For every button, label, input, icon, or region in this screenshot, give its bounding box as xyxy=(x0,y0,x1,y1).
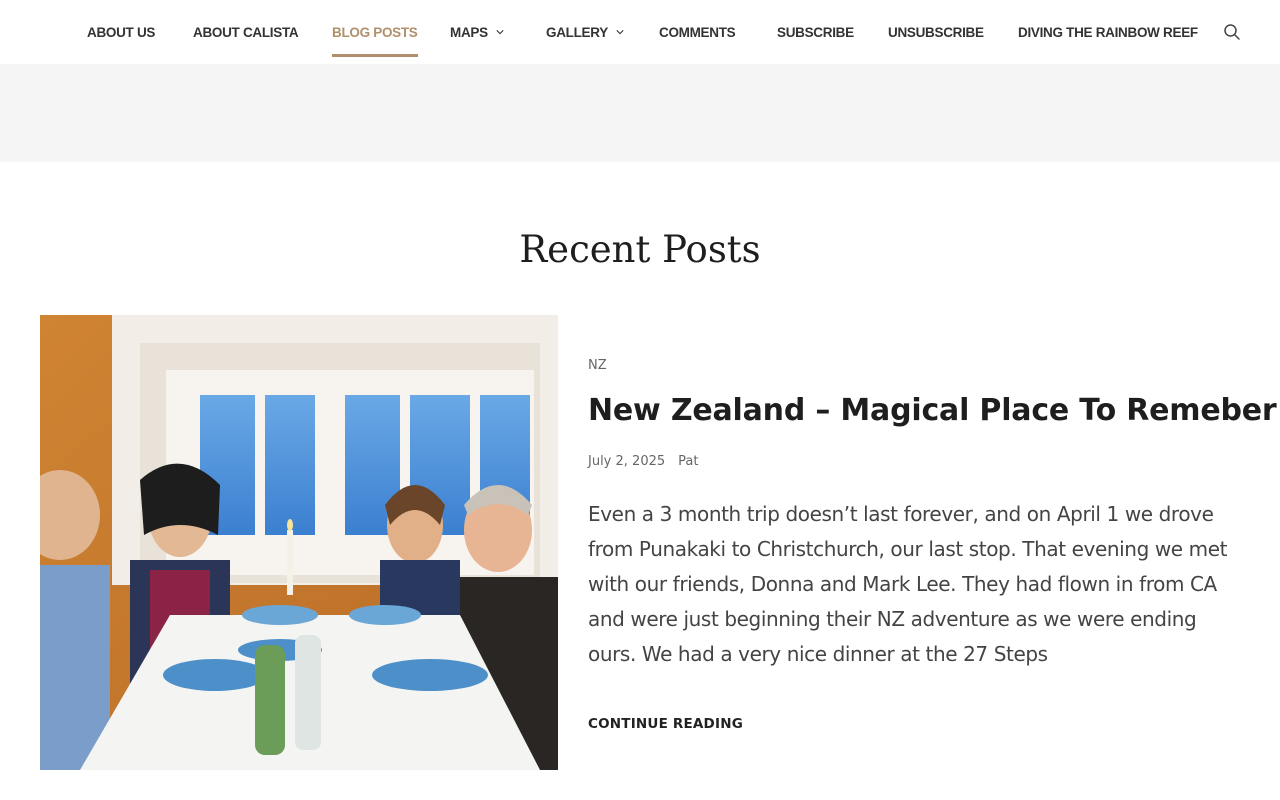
post-excerpt: Even a 3 month trip doesn’t last forever… xyxy=(588,502,1228,666)
nav-item-comments[interactable]: COMMENTS xyxy=(659,0,736,64)
nav-item-label: COMMENTS xyxy=(659,24,736,40)
post-title-link[interactable]: New Zealand – Magical Place To Remeber xyxy=(588,393,1277,428)
dinner-photo xyxy=(40,315,558,770)
nav-item-unsubscribe[interactable]: UNSUBSCRIBE xyxy=(888,0,984,64)
search-icon[interactable] xyxy=(1222,22,1242,42)
nav-menu: ABOUT US ABOUT CALISTA BLOG POSTS MAPS G… xyxy=(0,0,1280,64)
post-category-link[interactable]: NZ xyxy=(588,358,607,373)
nav-item-diving-the-rainbow-reef[interactable]: DIVING THE RAINBOW REEF xyxy=(1018,0,1198,64)
post-meta: July 2, 2025 Pat xyxy=(588,454,698,469)
nav-item-subscribe[interactable]: SUBSCRIBE xyxy=(777,0,854,64)
nav-item-about-calista[interactable]: ABOUT CALISTA xyxy=(193,0,299,64)
nav-item-label: ABOUT US xyxy=(87,24,156,40)
nav-item-about-us[interactable]: ABOUT US xyxy=(87,0,155,64)
nav-item-blog-posts[interactable]: BLOG POSTS xyxy=(332,0,418,64)
nav-item-maps[interactable]: MAPS xyxy=(450,0,504,64)
post-date-link[interactable]: July 2, 2025 xyxy=(588,454,665,469)
active-indicator xyxy=(332,54,418,57)
nav-item-label: MAPS xyxy=(450,24,488,40)
post-author-link[interactable]: Pat xyxy=(678,454,698,469)
chevron-down-icon xyxy=(496,30,504,35)
nav-item-label: BLOG POSTS xyxy=(332,24,418,40)
main-navigation: ABOUT US ABOUT CALISTA BLOG POSTS MAPS G… xyxy=(0,0,1280,64)
post-featured-image[interactable] xyxy=(40,315,558,770)
nav-item-label: SUBSCRIBE xyxy=(777,24,854,40)
header-banner xyxy=(0,64,1280,162)
nav-item-gallery[interactable]: GALLERY xyxy=(546,0,624,64)
nav-item-label: GALLERY xyxy=(546,24,608,40)
nav-item-label: DIVING THE RAINBOW REEF xyxy=(1018,24,1198,40)
chevron-down-icon xyxy=(616,30,624,35)
nav-item-label: UNSUBSCRIBE xyxy=(888,24,984,40)
continue-reading-link[interactable]: CONTINUE READING xyxy=(588,716,743,732)
section-title: Recent Posts xyxy=(519,228,761,271)
nav-item-label: ABOUT CALISTA xyxy=(193,24,299,40)
